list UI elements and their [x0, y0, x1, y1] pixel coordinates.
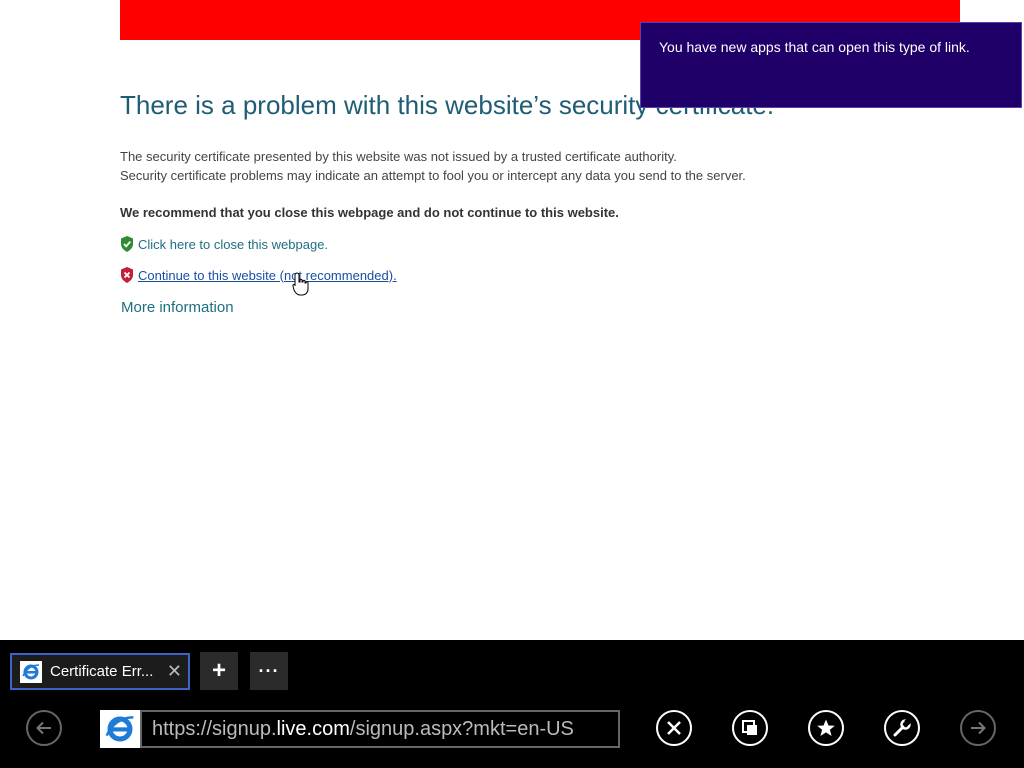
- more-information-link[interactable]: More information: [121, 299, 234, 316]
- favorites-button[interactable]: [808, 710, 844, 746]
- back-icon: [36, 721, 51, 735]
- stop-icon: [667, 721, 681, 735]
- forward-icon: [971, 721, 986, 735]
- tab-title: Certificate Err...: [50, 663, 154, 680]
- hand-cursor-icon: [292, 272, 309, 296]
- page-tools-button[interactable]: [884, 710, 920, 746]
- address-url[interactable]: https://signup.live.com/signup.aspx?mkt=…: [152, 718, 574, 741]
- tab-certificate-error[interactable]: Certificate Err... ✕: [10, 653, 190, 690]
- tabs-icon: [742, 720, 757, 735]
- url-prefix: https://signup.: [152, 717, 277, 740]
- toast-message: You have new apps that can open this typ…: [659, 39, 970, 55]
- tab-menu-button[interactable]: ···: [250, 652, 288, 690]
- browser-app-bar: Certificate Err... ✕ + ···: [0, 640, 1024, 768]
- description: The security certificate presented by th…: [120, 147, 746, 185]
- favorite-icon: [817, 719, 835, 736]
- url-suffix: /signup.aspx?mkt=en-US: [349, 717, 574, 740]
- tab-close-icon[interactable]: ✕: [167, 661, 182, 681]
- continue-website-link[interactable]: Continue to this website (not recommende…: [120, 266, 397, 284]
- close-webpage-label[interactable]: Click here to close this webpage.: [138, 237, 328, 252]
- description-line-1: The security certificate presented by th…: [120, 149, 677, 164]
- continue-website-label[interactable]: Continue to this website (not recommende…: [138, 268, 397, 283]
- description-line-2: Security certificate problems may indica…: [120, 168, 746, 183]
- new-tab-button[interactable]: +: [200, 652, 238, 690]
- tabs-button[interactable]: [732, 710, 768, 746]
- url-host: live.com: [276, 717, 350, 740]
- close-webpage-link[interactable]: Click here to close this webpage.: [120, 235, 328, 253]
- forward-button[interactable]: [960, 710, 996, 746]
- back-button[interactable]: [26, 710, 62, 746]
- site-ie-icon: [100, 710, 140, 748]
- tools-icon: [893, 718, 912, 737]
- address-bar[interactable]: https://signup.live.com/signup.aspx?mkt=…: [140, 710, 620, 748]
- recommendation-text: We recommend that you close this webpage…: [120, 205, 619, 220]
- ie-icon: [20, 660, 42, 683]
- green-shield-icon: [121, 236, 133, 252]
- stop-button[interactable]: [656, 710, 692, 746]
- red-shield-icon: [121, 267, 133, 283]
- app-notification-toast[interactable]: You have new apps that can open this typ…: [640, 22, 1022, 108]
